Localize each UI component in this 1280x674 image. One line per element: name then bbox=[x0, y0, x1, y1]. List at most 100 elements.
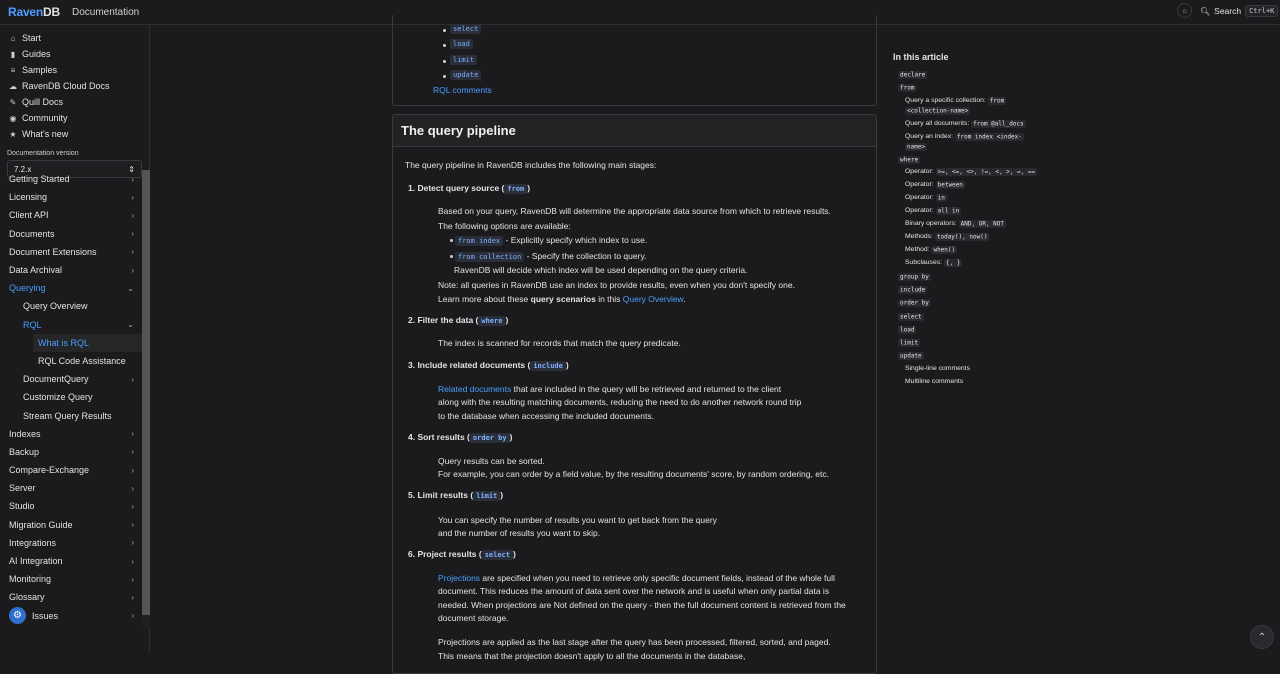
sidebar-link-quill[interactable]: ✎ Quill Docs bbox=[0, 94, 149, 110]
rtoc-methods[interactable]: Methods: today(), now() bbox=[905, 232, 990, 241]
tree-item-glossary[interactable]: Glossary › bbox=[0, 588, 142, 606]
tree-item-server[interactable]: Server › bbox=[0, 479, 142, 497]
documentation-link[interactable]: Documentation bbox=[72, 7, 139, 18]
tree-item-getting-started[interactable]: Getting Started › bbox=[0, 170, 142, 188]
toc-link-select[interactable]: select bbox=[450, 24, 482, 34]
theme-toggle-button[interactable]: ☼ bbox=[1177, 3, 1192, 18]
related-documents-link[interactable]: Related documents bbox=[438, 384, 511, 394]
tree-item-client-api[interactable]: Client API › bbox=[0, 206, 142, 224]
sidebar-link-whats-new[interactable]: ★ What's new bbox=[0, 126, 149, 142]
tree-label: Studio bbox=[9, 501, 35, 512]
chat-icon: ◉ bbox=[9, 113, 17, 123]
s6-text: are specified when you need to retrieve … bbox=[480, 573, 835, 583]
rtoc-query-collection-2[interactable]: <collection-name> bbox=[905, 106, 971, 115]
rtoc-declare[interactable]: declare bbox=[898, 70, 928, 79]
tree-item-integrations[interactable]: Integrations › bbox=[0, 534, 142, 552]
step-3-title: 3. Include related documents (include) bbox=[408, 360, 569, 371]
rtoc-group-by[interactable]: group by bbox=[898, 272, 931, 281]
tree-item-what-is-rql[interactable]: What is RQL bbox=[33, 333, 142, 352]
option-code: from collection bbox=[455, 252, 525, 262]
sidebar-link-samples[interactable]: ≡ Samples bbox=[0, 62, 149, 78]
scroll-to-top-button[interactable]: ⌃ bbox=[1250, 625, 1274, 649]
rtoc-code: {, } bbox=[943, 258, 963, 267]
rtoc-from[interactable]: from bbox=[898, 83, 917, 92]
rtoc-code: in bbox=[935, 193, 947, 202]
tree-item-monitoring[interactable]: Monitoring › bbox=[0, 570, 142, 588]
quill-icon: ✎ bbox=[9, 97, 17, 107]
tree-label: Indexes bbox=[9, 428, 41, 439]
rtoc-op-between[interactable]: Operator: between bbox=[905, 180, 965, 189]
rtoc-load[interactable]: load bbox=[898, 325, 917, 334]
rtoc-select[interactable]: select bbox=[898, 312, 924, 321]
sidebar-link-cloud[interactable]: ☁ RavenDB Cloud Docs bbox=[0, 78, 149, 94]
tree-item-indexes[interactable]: Indexes › bbox=[0, 425, 142, 443]
rtoc-order-by[interactable]: order by bbox=[898, 298, 931, 307]
search-shortcut: Ctrl+K bbox=[1245, 5, 1279, 17]
tree-item-studio[interactable]: Studio › bbox=[0, 497, 142, 515]
sidebar-link-label: Samples bbox=[22, 65, 58, 75]
tree-item-rql[interactable]: RQL ⌄ bbox=[0, 316, 142, 334]
rtoc-text: Methods: bbox=[905, 233, 933, 240]
projections-link[interactable]: Projections bbox=[438, 573, 480, 583]
toc-link-rql-comments[interactable]: RQL comments bbox=[433, 85, 492, 95]
stack-icon: ≡ bbox=[10, 65, 16, 75]
tree-item-stream-query-results[interactable]: Stream Query Results bbox=[0, 406, 142, 424]
tree-item-licensing[interactable]: Licensing › bbox=[0, 188, 142, 206]
rtoc-update[interactable]: update bbox=[898, 351, 924, 360]
chevron-right-icon: › bbox=[131, 429, 134, 439]
toc-link-load[interactable]: load bbox=[450, 39, 473, 49]
search-button[interactable]: 🔍︎ Search Ctrl+K bbox=[1200, 3, 1279, 19]
s2-p: The index is scanned for records that ma… bbox=[438, 338, 681, 348]
sidebar-scrollbar-thumb[interactable] bbox=[142, 170, 150, 615]
s3-p1: Related documents that are included in t… bbox=[438, 383, 781, 396]
rtoc-op-compare[interactable]: Operator: >=, <=, <>, !=, <, >, =, == bbox=[905, 167, 1038, 176]
rtoc-method-when[interactable]: Method: when() bbox=[905, 245, 958, 254]
rtoc-query-index[interactable]: Query an index: from index <index- bbox=[905, 132, 1024, 141]
sidebar-link-start[interactable]: ⌂ Start bbox=[0, 30, 149, 46]
sidebar-link-guides[interactable]: ▮ Guides bbox=[0, 46, 149, 62]
rtoc-query-collection[interactable]: Query a specific collection: from bbox=[905, 96, 1007, 105]
rtoc-single-line-comments[interactable]: Single-line comments bbox=[905, 365, 970, 372]
tree-item-customize-query[interactable]: Customize Query bbox=[0, 388, 142, 406]
tree-item-migration-guide[interactable]: Migration Guide › bbox=[0, 516, 142, 534]
rtoc-text: Operator: bbox=[905, 207, 934, 214]
rtoc-code: where bbox=[898, 155, 921, 164]
rtoc-where[interactable]: where bbox=[898, 155, 921, 164]
tree-item-documentquery[interactable]: DocumentQuery › bbox=[0, 370, 142, 388]
query-overview-link[interactable]: Query Overview bbox=[623, 294, 683, 304]
rtoc-op-all-in[interactable]: Operator: all in bbox=[905, 206, 962, 215]
rtoc-subclauses[interactable]: Subclauses: {, } bbox=[905, 258, 963, 267]
rtoc-multiline-comments[interactable]: Multiline comments bbox=[905, 378, 963, 385]
tree-item-ai-integration[interactable]: AI Integration › bbox=[0, 552, 142, 570]
toc-link-limit[interactable]: limit bbox=[450, 55, 478, 65]
s4-p1: Query results can be sorted. bbox=[438, 456, 545, 466]
option-text: - Explicitly specify which index to use. bbox=[503, 235, 648, 245]
rtoc-query-all-docs[interactable]: Query all documents: from @all_docs bbox=[905, 119, 1026, 128]
tree-item-document-extensions[interactable]: Document Extensions › bbox=[0, 243, 142, 261]
rtoc-op-in[interactable]: Operator: in bbox=[905, 193, 947, 202]
s1-opt2: from collection - Specify the collection… bbox=[455, 250, 646, 264]
sidebar-link-label: What's new bbox=[22, 129, 69, 139]
article-main: select load limit update RQL comments Th… bbox=[392, 15, 877, 674]
tree-item-data-archival[interactable]: Data Archival › bbox=[0, 261, 142, 279]
cookie-settings-button[interactable]: ⚙ bbox=[9, 607, 26, 624]
step-code: include bbox=[530, 361, 566, 371]
ravendb-logo[interactable]: RavenDB bbox=[8, 5, 60, 19]
rtoc-query-index-2[interactable]: name> bbox=[905, 142, 928, 151]
tree-item-querying[interactable]: Querying ⌄ bbox=[0, 279, 142, 297]
sidebar-link-community[interactable]: ◉ Community bbox=[0, 110, 149, 126]
rtoc-include[interactable]: include bbox=[898, 285, 928, 294]
tree-item-compare-exchange[interactable]: Compare-Exchange › bbox=[0, 461, 142, 479]
rtoc-text: Binary operators: bbox=[905, 220, 957, 227]
tree-item-query-overview[interactable]: Query Overview bbox=[0, 297, 142, 315]
tree-item-rql-code-assistance[interactable]: RQL Code Assistance bbox=[0, 352, 142, 370]
chevron-right-icon: › bbox=[131, 265, 134, 275]
tree-item-documents[interactable]: Documents › bbox=[0, 225, 142, 243]
tree-label: Monitoring bbox=[9, 574, 52, 585]
tree-item-backup[interactable]: Backup › bbox=[0, 443, 142, 461]
rtoc-limit[interactable]: limit bbox=[898, 338, 921, 347]
toc-link-update[interactable]: update bbox=[450, 70, 482, 80]
rtoc-binary-ops[interactable]: Binary operators: AND, OR, NOT bbox=[905, 219, 1007, 228]
tree-label: Licensing bbox=[9, 192, 48, 203]
tree-label: Client API bbox=[9, 210, 49, 221]
